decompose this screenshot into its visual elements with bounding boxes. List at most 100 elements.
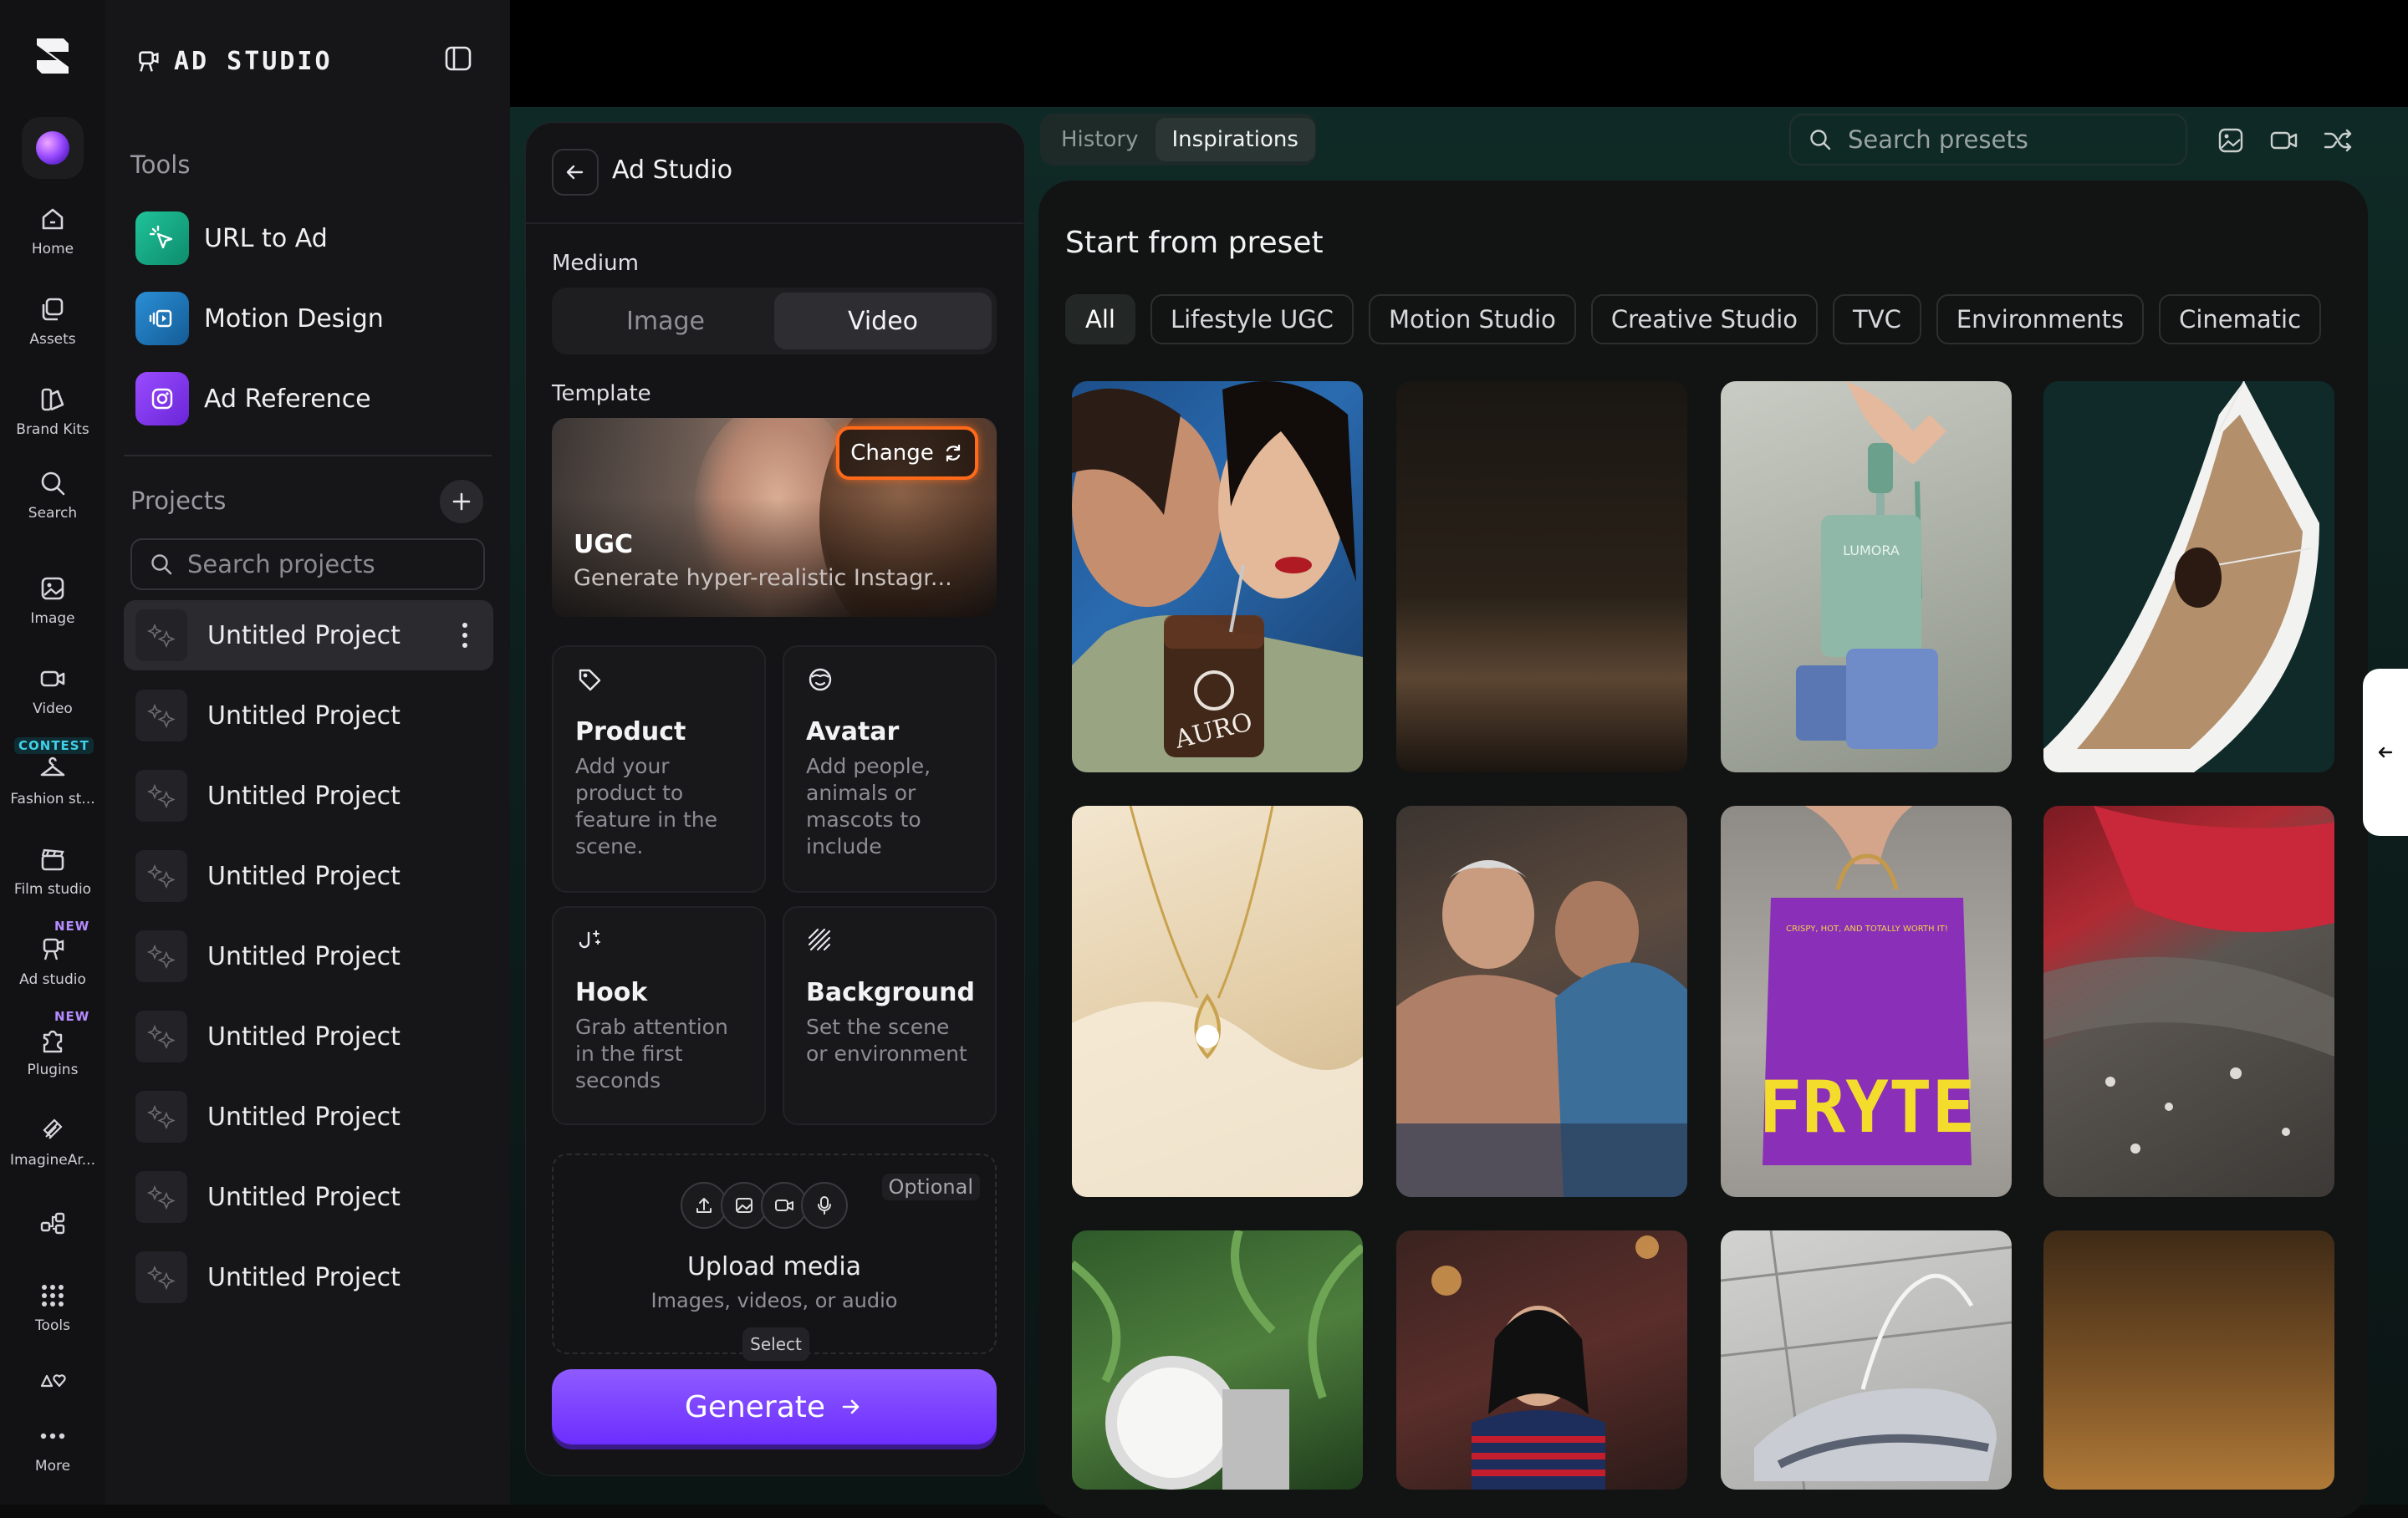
project-row[interactable]: Untitled Project xyxy=(124,1242,493,1312)
rail-label: Home xyxy=(31,241,74,257)
tab-inspirations[interactable]: Inspirations xyxy=(1155,118,1315,161)
search-presets-input[interactable] xyxy=(1846,125,2184,155)
tool-url-to-ad[interactable]: URL to Ad xyxy=(135,209,487,267)
project-row[interactable]: Untitled Project xyxy=(124,600,493,670)
medium-video-option[interactable]: Video xyxy=(774,293,992,349)
rail-video[interactable]: Video xyxy=(0,664,105,717)
rail-fashion-studio[interactable]: Fashion st... xyxy=(0,754,105,807)
chip-creative-studio[interactable]: Creative Studio xyxy=(1590,294,1819,344)
background-option-card[interactable]: Background Set the scene or environment xyxy=(783,906,997,1125)
sparkle-placeholder-icon xyxy=(146,703,176,729)
tool-label: Motion Design xyxy=(204,303,384,334)
project-row[interactable]: Untitled Project xyxy=(124,1001,493,1072)
project-row[interactable]: Untitled Project xyxy=(124,1082,493,1152)
rail-tools[interactable]: Tools xyxy=(0,1281,105,1334)
rail-search[interactable]: Search xyxy=(0,468,105,522)
upload-media-dropzone[interactable]: Optional Upload media Images, videos, or… xyxy=(552,1154,997,1361)
preset-tile[interactable] xyxy=(2043,806,2334,1197)
chip-all[interactable]: All xyxy=(1065,294,1135,344)
search-projects-input[interactable] xyxy=(186,549,465,579)
upload-icons xyxy=(681,1182,848,1229)
preset-tile[interactable] xyxy=(1396,1230,1687,1490)
rail-assets[interactable]: Assets xyxy=(0,294,105,348)
change-template-button[interactable]: Change xyxy=(836,426,978,480)
divider xyxy=(525,222,1023,224)
back-button[interactable] xyxy=(552,149,599,196)
app-logo-icon[interactable] xyxy=(30,33,75,79)
preset-tile[interactable] xyxy=(2043,1230,2334,1490)
rail-home[interactable]: Home xyxy=(0,204,105,257)
nodes-icon xyxy=(40,1212,65,1235)
more-vertical-icon[interactable] xyxy=(462,620,468,650)
sparkle-placeholder-icon xyxy=(146,623,176,649)
hanger-icon xyxy=(40,756,65,777)
project-name: Untitled Project xyxy=(207,1102,400,1132)
chip-lifestyle-ugc[interactable]: Lifestyle UGC xyxy=(1150,294,1354,344)
rail-label: Assets xyxy=(29,331,76,348)
tab-history[interactable]: History xyxy=(1044,118,1156,161)
new-badge: NEW xyxy=(54,919,90,934)
preset-tile[interactable]: AURO xyxy=(1072,381,1363,772)
preset-tile[interactable] xyxy=(2043,381,2334,772)
preset-tile[interactable] xyxy=(1072,806,1363,1197)
search-icon xyxy=(1810,130,1831,150)
collapse-sidebar-button[interactable] xyxy=(443,43,473,74)
preset-tile[interactable] xyxy=(1396,806,1687,1197)
add-project-button[interactable] xyxy=(440,480,483,523)
chip-environments[interactable]: Environments xyxy=(1936,294,2145,344)
rail-nodes[interactable] xyxy=(0,1207,105,1237)
rail-plugins[interactable]: Plugins xyxy=(0,1025,105,1078)
sparkle-placeholder-icon xyxy=(146,1265,176,1291)
rail-shapes[interactable] xyxy=(0,1366,105,1396)
rail-ad-studio[interactable]: Ad studio xyxy=(0,935,105,988)
hook-option-card[interactable]: Hook Grab attention in the first seconds xyxy=(552,906,766,1125)
generate-button[interactable]: Generate xyxy=(552,1369,997,1444)
template-card[interactable]: UGC Generate hyper-realistic Instagr... … xyxy=(552,418,997,617)
project-row[interactable]: Untitled Project xyxy=(124,761,493,831)
project-thumbnail xyxy=(135,690,187,741)
project-thumbnail xyxy=(135,930,187,982)
tool-ad-reference[interactable]: Ad Reference xyxy=(135,369,487,428)
template-description: Generate hyper-realistic Instagr... xyxy=(574,565,952,591)
project-row[interactable]: Untitled Project xyxy=(124,921,493,991)
video-filter-icon[interactable] xyxy=(2268,124,2301,157)
preset-tile[interactable] xyxy=(1072,1230,1363,1490)
preset-tile[interactable]: CRISPY, HOT, AND TOTALLY WORTH IT! FRYTE xyxy=(1721,806,2012,1197)
sparkle-placeholder-icon xyxy=(146,1104,176,1130)
preset-tile[interactable]: LUMORA xyxy=(1721,381,2012,772)
preset-tile[interactable] xyxy=(1396,381,1687,772)
workspace-avatar[interactable] xyxy=(22,117,84,179)
search-presets-field[interactable] xyxy=(1789,114,2187,166)
preset-tile[interactable] xyxy=(1721,1230,2012,1490)
search-icon xyxy=(41,471,65,496)
rail-image[interactable]: Image xyxy=(0,573,105,627)
rail-brand-kits[interactable]: Brand Kits xyxy=(0,385,105,438)
tool-motion-design[interactable]: Motion Design xyxy=(135,289,487,348)
image-filter-icon[interactable] xyxy=(2214,124,2247,157)
project-name: Untitled Project xyxy=(207,620,400,650)
project-thumbnail xyxy=(135,609,187,661)
medium-image-option[interactable]: Image xyxy=(557,293,774,349)
sparkle-placeholder-icon xyxy=(146,783,176,809)
arrow-right-icon xyxy=(842,1399,860,1414)
rail-label: Ad studio xyxy=(19,971,86,988)
history-inspirations-tabs: History Inspirations xyxy=(1040,114,1316,166)
rail-more[interactable]: More xyxy=(0,1421,105,1475)
select-files-button[interactable]: Select xyxy=(742,1327,809,1361)
chip-tvc[interactable]: TVC xyxy=(1833,294,1921,344)
shapes-icon xyxy=(40,1374,66,1388)
shuffle-icon[interactable] xyxy=(2321,124,2354,157)
new-badge: NEW xyxy=(54,1009,90,1024)
project-row[interactable]: Untitled Project xyxy=(124,841,493,911)
chip-cinematic[interactable]: Cinematic xyxy=(2159,294,2322,344)
chip-motion-studio[interactable]: Motion Studio xyxy=(1368,294,1576,344)
project-row[interactable]: Untitled Project xyxy=(124,680,493,751)
search-projects-field[interactable] xyxy=(130,538,485,590)
rail-imagineart[interactable]: ImagineAr... xyxy=(0,1115,105,1169)
product-option-card[interactable]: Product Add your product to feature in t… xyxy=(552,645,766,893)
rail-film-studio[interactable]: Film studio xyxy=(0,844,105,898)
open-drawer-button[interactable] xyxy=(2363,669,2408,836)
project-row[interactable]: Untitled Project xyxy=(124,1162,493,1232)
avatar-option-card[interactable]: Avatar Add people, animals or mascots to… xyxy=(783,645,997,893)
divider xyxy=(124,455,492,456)
